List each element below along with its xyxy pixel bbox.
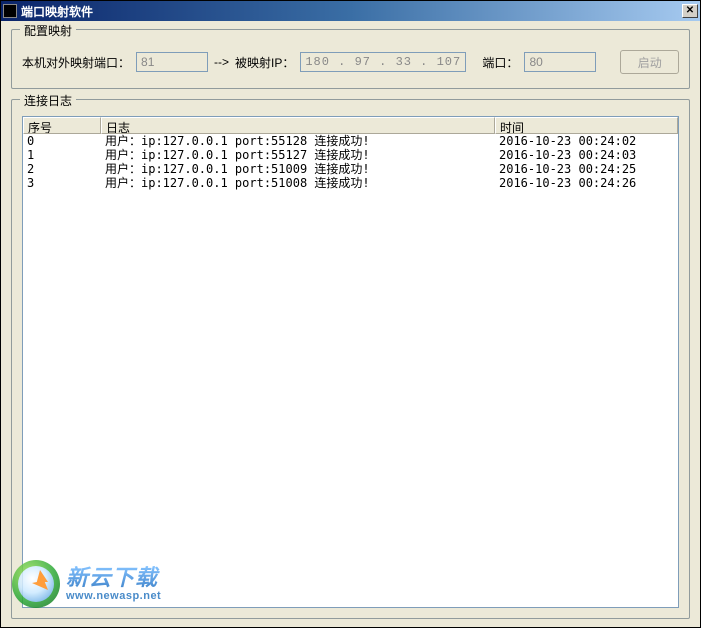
cell-seq: 3 bbox=[23, 176, 101, 190]
cell-seq: 1 bbox=[23, 148, 101, 162]
start-button[interactable]: 启动 bbox=[620, 50, 679, 74]
listview-header: 序号 日志 时间 bbox=[23, 117, 678, 134]
col-time-header[interactable]: 时间 bbox=[495, 117, 678, 134]
col-log-header[interactable]: 日志 bbox=[101, 117, 495, 134]
client-area: 配置映射 本机对外映射端口： --> 被映射IP： 端口： 启动 连接日志 序号… bbox=[1, 21, 700, 627]
cell-log: 用户：ip:127.0.0.1 port:51008 连接成功! bbox=[101, 176, 495, 190]
table-row[interactable]: 2用户：ip:127.0.0.1 port:51009 连接成功!2016-10… bbox=[23, 162, 678, 176]
table-row[interactable]: 1用户：ip:127.0.0.1 port:55127 连接成功!2016-10… bbox=[23, 148, 678, 162]
cell-log: 用户：ip:127.0.0.1 port:55127 连接成功! bbox=[101, 148, 495, 162]
cell-time: 2016-10-23 00:24:03 bbox=[495, 148, 678, 162]
titlebar[interactable]: 端口映射软件 ✕ bbox=[1, 1, 700, 21]
cell-time: 2016-10-23 00:24:25 bbox=[495, 162, 678, 176]
cell-log: 用户：ip:127.0.0.1 port:51009 连接成功! bbox=[101, 162, 495, 176]
cell-time: 2016-10-23 00:24:02 bbox=[495, 134, 678, 148]
local-port-label: 本机对外映射端口： bbox=[22, 54, 130, 71]
cell-log: 用户：ip:127.0.0.1 port:55128 连接成功! bbox=[101, 134, 495, 148]
listview-body[interactable]: 0用户：ip:127.0.0.1 port:55128 连接成功!2016-10… bbox=[23, 134, 678, 607]
cell-time: 2016-10-23 00:24:26 bbox=[495, 176, 678, 190]
app-icon bbox=[3, 4, 17, 18]
port-label: 端口： bbox=[482, 54, 518, 71]
config-row: 本机对外映射端口： --> 被映射IP： 端口： 启动 bbox=[22, 46, 679, 78]
arrow-label: --> bbox=[214, 55, 229, 69]
app-title: 端口映射软件 bbox=[21, 3, 682, 20]
log-groupbox: 连接日志 序号 日志 时间 0用户：ip:127.0.0.1 port:5512… bbox=[11, 99, 690, 619]
log-listview[interactable]: 序号 日志 时间 0用户：ip:127.0.0.1 port:55128 连接成… bbox=[22, 116, 679, 608]
mapped-ip-label: 被映射IP： bbox=[235, 54, 294, 71]
table-row[interactable]: 0用户：ip:127.0.0.1 port:55128 连接成功!2016-10… bbox=[23, 134, 678, 148]
port-input[interactable] bbox=[524, 52, 596, 72]
col-seq-header[interactable]: 序号 bbox=[23, 117, 101, 134]
table-row[interactable]: 3用户：ip:127.0.0.1 port:51008 连接成功!2016-10… bbox=[23, 176, 678, 190]
local-port-input[interactable] bbox=[136, 52, 208, 72]
app-window: 端口映射软件 ✕ 配置映射 本机对外映射端口： --> 被映射IP： 端口： 启… bbox=[0, 0, 701, 628]
cell-seq: 2 bbox=[23, 162, 101, 176]
config-group-title: 配置映射 bbox=[20, 22, 76, 39]
log-group-title: 连接日志 bbox=[20, 92, 76, 109]
cell-seq: 0 bbox=[23, 134, 101, 148]
mapped-ip-input[interactable] bbox=[300, 52, 466, 72]
config-groupbox: 配置映射 本机对外映射端口： --> 被映射IP： 端口： 启动 bbox=[11, 29, 690, 89]
close-button[interactable]: ✕ bbox=[682, 4, 698, 18]
